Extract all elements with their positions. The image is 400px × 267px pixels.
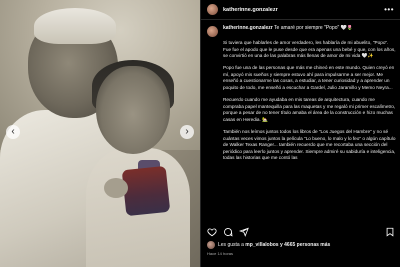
post-actions <box>207 226 395 238</box>
photo-grandfather-hair <box>34 8 116 44</box>
caption-first-line: katherinne.gonzalezr Te amaré por siempr… <box>223 25 353 32</box>
likes-summary: Les gusta a mp_villalobos y 4665 persona… <box>207 241 330 249</box>
chevron-right-icon[interactable]: › <box>180 125 194 139</box>
caption-paragraph: Si tuviera que hablarles de amor verdade… <box>223 40 396 59</box>
likes-suffix[interactable]: y 4665 personas más <box>280 242 330 248</box>
post-timestamp: Hace 14 horas <box>207 251 234 256</box>
avatar[interactable] <box>207 4 218 15</box>
instagram-post: ‹ › katherinne.gonzalezr ••• katherinne.… <box>0 0 400 267</box>
caption-username[interactable]: katherinne.gonzalezr <box>223 25 273 31</box>
chevron-left-icon[interactable]: ‹ <box>6 125 20 139</box>
post-details-panel: katherinne.gonzalezr ••• katherinne.gonz… <box>200 0 400 267</box>
caption-body: Si tuviera que hablarles de amor verdade… <box>223 40 397 162</box>
post-header: katherinne.gonzalezr ••• <box>201 0 400 20</box>
caption-first-text: Te amaré por siempre "Popo" 🤍🌷 <box>274 25 354 31</box>
caption-paragraph: Recuerdo cuando me ayudaba en mis tareas… <box>223 97 396 122</box>
post-photo: ‹ › <box>0 0 200 267</box>
liker-username[interactable]: mp_villalobos <box>245 242 278 248</box>
photo-hand <box>104 178 128 198</box>
caption-paragraph: Popo fue una de las personas que más me … <box>223 65 395 91</box>
caption-paragraph: También nos leímos juntos todos los libr… <box>223 129 396 161</box>
photo-girl-head <box>96 66 170 154</box>
bookmark-icon[interactable] <box>385 227 395 237</box>
more-options-icon[interactable]: ••• <box>384 5 394 14</box>
share-icon[interactable] <box>239 227 249 237</box>
likes-prefix: Les gusta a <box>218 242 244 248</box>
post-username[interactable]: katherinne.gonzalezr <box>223 7 278 13</box>
avatar[interactable] <box>207 26 218 37</box>
heart-icon[interactable] <box>207 227 217 237</box>
comment-icon[interactable] <box>223 227 233 237</box>
photo-toy <box>121 165 171 217</box>
avatar[interactable] <box>207 241 215 249</box>
caption-header: katherinne.gonzalezr Te amaré por siempr… <box>207 25 397 37</box>
caption: katherinne.gonzalezr Te amaré por siempr… <box>207 25 397 215</box>
